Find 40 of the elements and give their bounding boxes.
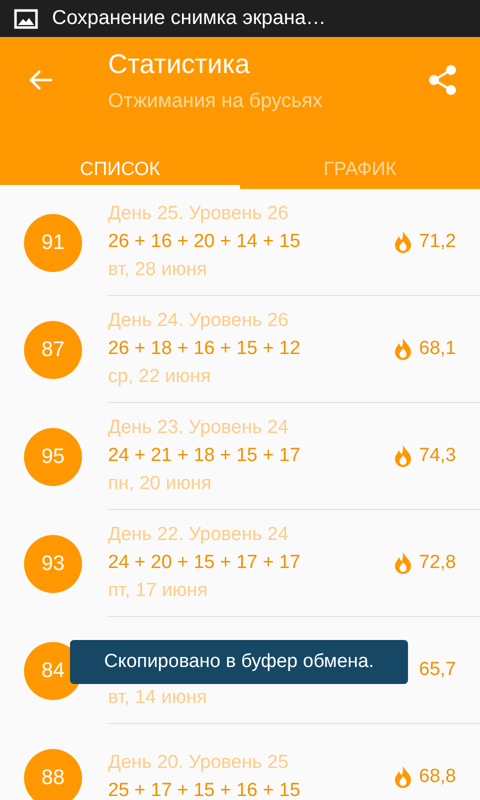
calories-text: 68,1 bbox=[419, 338, 456, 360]
date-text: ср, 22 июня bbox=[108, 367, 212, 387]
calories-text: 72,8 bbox=[419, 552, 456, 574]
day-level-text: День 20. Уровень 25 bbox=[108, 753, 290, 773]
score-badge: 87 bbox=[24, 320, 82, 378]
calories-text: 65,7 bbox=[419, 659, 456, 681]
day-level-text: День 24. Уровень 26 bbox=[108, 311, 290, 331]
share-icon bbox=[428, 64, 458, 96]
sets-text: 24 + 21 + 18 + 15 + 17 bbox=[108, 446, 302, 466]
workout-row[interactable]: 95 День 23. Уровень 24 24 + 21 + 18 + 15 + 17 пн, 20 июня 74,3 bbox=[0, 403, 480, 510]
date-text: пт, 17 июня bbox=[108, 581, 208, 601]
toast: Скопировано в буфер обмена. bbox=[70, 640, 408, 684]
sets-text: 25 + 17 + 15 + 16 + 15 bbox=[108, 781, 302, 800]
sets-text: 26 + 16 + 20 + 14 + 15 bbox=[108, 232, 302, 252]
tab[interactable]: ГРАФИК bbox=[240, 151, 480, 189]
score-badge: 88 bbox=[24, 748, 82, 800]
screen-title: Статистика bbox=[108, 49, 251, 80]
calories-text: 74,3 bbox=[419, 445, 456, 467]
score-badge: 95 bbox=[24, 428, 82, 486]
sets-text: 26 + 18 + 16 + 15 + 12 bbox=[108, 339, 302, 359]
day-level-text: День 22. Уровень 24 bbox=[108, 525, 290, 545]
sets-text: 24 + 20 + 15 + 17 + 17 bbox=[108, 553, 302, 573]
date-text: вт, 14 июня bbox=[108, 688, 208, 708]
workout-row[interactable]: 88 День 20. Уровень 25 25 + 17 + 15 + 16 + 15 68,8 bbox=[0, 724, 480, 800]
date-text: пн, 20 июня bbox=[108, 474, 212, 494]
screen-subtitle: Отжимания на брусьях bbox=[108, 90, 324, 113]
tab[interactable]: СПИСОК bbox=[0, 151, 240, 189]
workout-row[interactable]: 87 День 24. Уровень 26 26 + 18 + 16 + 15 + 12 ср, 22 июня 68,1 bbox=[0, 296, 480, 403]
back-arrow-icon bbox=[28, 68, 54, 92]
score-badge: 93 bbox=[24, 534, 82, 592]
day-level-text: День 23. Уровень 24 bbox=[108, 418, 290, 438]
workout-row[interactable]: 93 День 22. Уровень 24 24 + 20 + 15 + 17 + 17 пт, 17 июня 72,8 bbox=[0, 510, 480, 617]
workout-row[interactable]: 91 День 25. Уровень 26 26 + 16 + 20 + 14 + 15 вт, 28 июня 71,2 bbox=[0, 189, 480, 296]
image-icon bbox=[14, 8, 38, 28]
calories-text: 71,2 bbox=[419, 231, 456, 253]
score-badge: 91 bbox=[24, 214, 82, 272]
day-level-text: День 25. Уровень 26 bbox=[108, 204, 290, 224]
notification-text: Сохранение снимка экрана… bbox=[52, 7, 326, 30]
date-text: вт, 28 июня bbox=[108, 260, 208, 280]
calories-text: 68,8 bbox=[419, 766, 456, 788]
